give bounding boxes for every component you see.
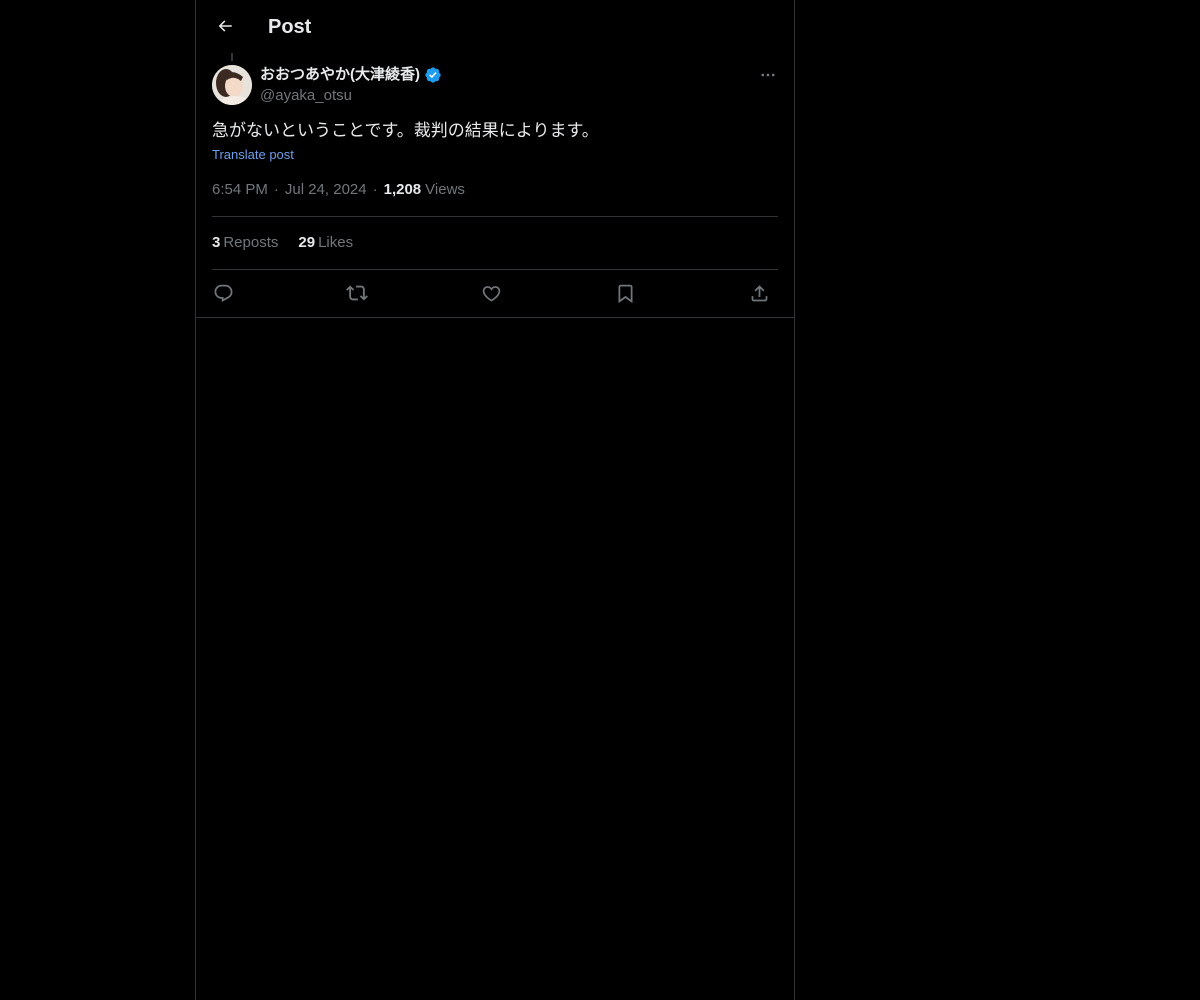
share-icon bbox=[749, 283, 770, 304]
separator-dot: · bbox=[273, 181, 279, 198]
share-button[interactable] bbox=[746, 280, 772, 306]
display-name: おおつあやか(大津綾香) bbox=[260, 66, 420, 83]
more-options-button[interactable] bbox=[754, 63, 782, 87]
more-dots-icon bbox=[759, 66, 777, 84]
divider bbox=[196, 317, 794, 318]
thread-connector-line bbox=[231, 53, 233, 61]
author-handle[interactable]: @ayaka_otsu bbox=[260, 86, 352, 106]
like-icon bbox=[481, 283, 502, 304]
like-button[interactable] bbox=[478, 280, 504, 306]
post-time[interactable]: 6:54 PM bbox=[212, 180, 268, 200]
repost-button[interactable] bbox=[344, 280, 370, 306]
verified-badge-icon bbox=[424, 66, 442, 84]
main-column: Post おおつあやか(大津綾香) @ayaka_otsu 急がないということで… bbox=[195, 0, 795, 1000]
bookmark-button[interactable] bbox=[612, 280, 638, 306]
repost-icon bbox=[346, 282, 368, 304]
arrow-left-icon bbox=[216, 17, 234, 35]
author-name[interactable]: おおつあやか(大津綾香) bbox=[260, 65, 442, 85]
separator-dot: · bbox=[372, 181, 378, 198]
views-count: 1,208 bbox=[383, 181, 422, 198]
likes-count: 29 bbox=[298, 234, 316, 251]
bookmark-icon bbox=[615, 283, 636, 304]
header: Post bbox=[196, 0, 794, 53]
reposts-label: Reposts bbox=[223, 234, 279, 251]
action-bar bbox=[212, 280, 778, 306]
likes-label: Likes bbox=[318, 234, 354, 251]
reply-icon bbox=[213, 283, 234, 304]
translate-post-link[interactable]: Translate post bbox=[212, 146, 294, 164]
reposts-count: 3 bbox=[212, 234, 221, 251]
back-button[interactable] bbox=[208, 9, 242, 43]
post-metadata: 6:54 PM · Jul 24, 2024 · 1,208 Views bbox=[212, 180, 465, 200]
divider bbox=[212, 269, 778, 270]
post-date[interactable]: Jul 24, 2024 bbox=[285, 180, 367, 200]
likes-stat[interactable]: 29 Likes bbox=[298, 233, 353, 253]
views-label: Views bbox=[425, 181, 465, 198]
reply-button[interactable] bbox=[210, 280, 236, 306]
divider bbox=[212, 216, 778, 217]
engagement-stats: 3 Reposts 29 Likes bbox=[212, 233, 353, 253]
reposts-stat[interactable]: 3 Reposts bbox=[212, 233, 278, 253]
post-text: 急がないということです。裁判の結果によります。 bbox=[212, 121, 599, 140]
page-title: Post bbox=[268, 16, 312, 38]
avatar[interactable] bbox=[212, 65, 252, 105]
